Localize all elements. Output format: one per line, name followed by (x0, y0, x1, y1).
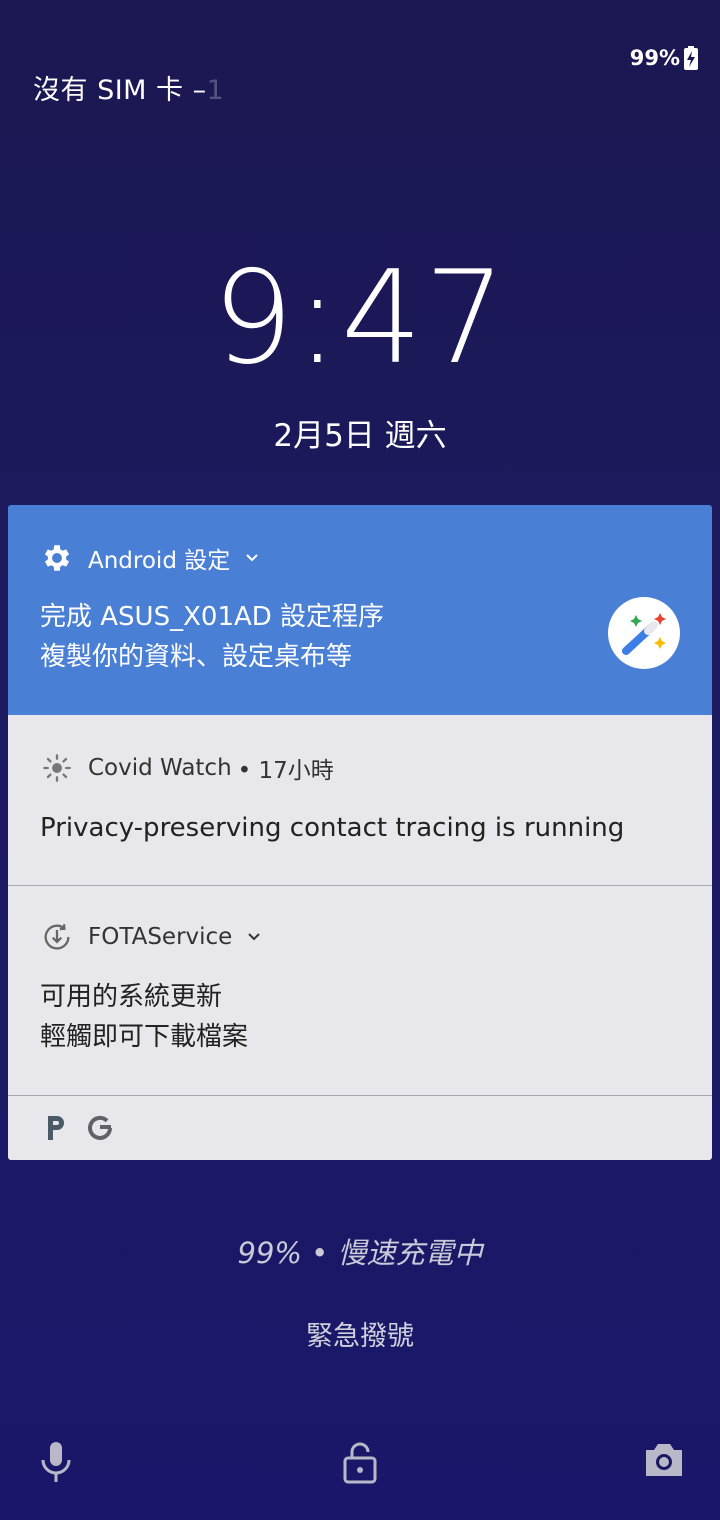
battery-percent: 99% (629, 46, 680, 70)
lock-icon[interactable] (342, 1440, 378, 1484)
google-icon (88, 1115, 112, 1140)
notification-header[interactable]: Android 設定 (40, 541, 260, 575)
gear-icon (44, 545, 70, 571)
notification-text: 複製你的資料、設定桌布等 (40, 642, 353, 672)
notification-time: • 17小時 (237, 758, 334, 784)
battery-status: 99% (630, 46, 698, 70)
microphone-icon[interactable] (38, 1440, 74, 1484)
notification-header: Covid Watch • 17小時 (40, 751, 334, 785)
notification-app-name: Android 設定 (88, 548, 231, 574)
chevron-down-icon[interactable] (246, 929, 262, 945)
notification-header[interactable]: FOTAService (40, 920, 262, 954)
notification-covid-watch[interactable]: Covid Watch • 17小時 Privacy-preserving co… (8, 715, 712, 885)
notification-title: Privacy-preserving contact tracing is ru… (40, 813, 625, 843)
notification-app-name: FOTAService (88, 924, 233, 950)
charging-status: 99% • 慢速充電中 (237, 1236, 483, 1270)
lockscreen-clock: 9:47 (212, 244, 508, 393)
notification-text: 輕觸即可下載檔案 (40, 1022, 249, 1052)
camera-icon[interactable] (642, 1440, 686, 1480)
lockscreen-date: 2月5日 週六 (273, 418, 447, 454)
notification-app-name: Covid Watch (88, 755, 232, 781)
notification-android-setup[interactable]: Android 設定 完成 ASUS_X01AD 設定程序 複製你的資料、設定桌… (8, 505, 712, 715)
notification-overflow-shelf[interactable] (8, 1096, 712, 1160)
chevron-down-icon[interactable] (244, 550, 260, 566)
update-icon (44, 924, 70, 950)
emergency-call-button[interactable]: 緊急撥號 (0, 1314, 720, 1353)
notification-title: 完成 ASUS_X01AD 設定程序 (40, 602, 385, 632)
sun-icon (43, 754, 71, 782)
magic-wand-icon (608, 597, 680, 669)
battery-charging-icon (684, 46, 698, 70)
p-app-icon (48, 1116, 64, 1140)
notification-fota-service[interactable]: FOTAService 可用的系統更新 輕觸即可下載檔案 (8, 886, 712, 1095)
notification-title: 可用的系統更新 (40, 982, 223, 1012)
carrier-label: 沒有 SIM 卡 –1 (33, 75, 225, 106)
